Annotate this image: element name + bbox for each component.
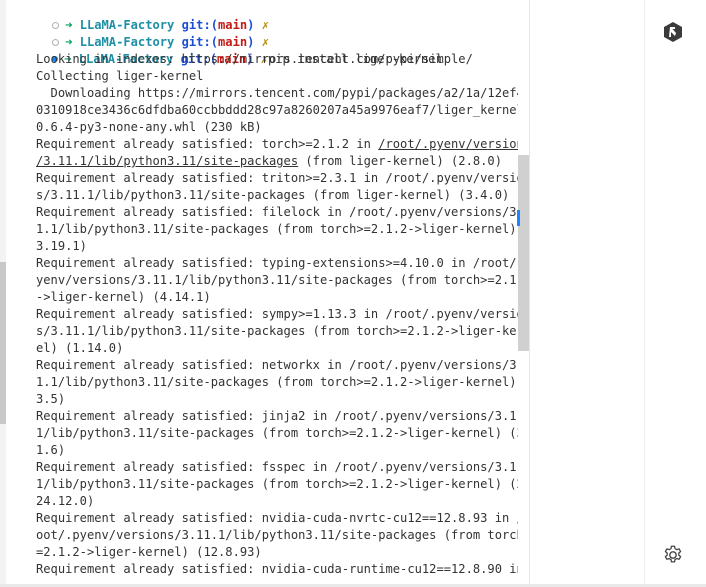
output-line: 0.6.4-py3-none-any.whl (230 kB): [36, 120, 262, 134]
output-line: 0310918ce3436c6dfdba60ccbbddd28c97a82602…: [36, 103, 518, 117]
output-line: Requirement already satisfied: sympy>=1.…: [36, 307, 518, 321]
output-line: Requirement already satisfied: triton>=2…: [36, 171, 518, 185]
output-line: Requirement already satisfied: nvidia-cu…: [36, 511, 518, 525]
output-line: 3.19.1): [36, 239, 87, 253]
terminal-scrollbar-thumb[interactable]: [518, 155, 529, 351]
prompt-line-2: ➜ LLaMA-Factory git:(main) ✗: [18, 17, 269, 49]
left-scrollbar-thumb[interactable]: [0, 262, 6, 424]
prompt-line-1: ➜ LLaMA-Factory git:(main) ✗: [18, 0, 269, 32]
output-text: Requirement already satisfied: torch>=2.…: [36, 137, 379, 151]
output-line: ->liger-kernel) (4.14.1): [36, 290, 211, 304]
output-line: Requirement already satisfied: jinja2 in…: [36, 409, 518, 423]
output-line: oot/.pyenv/versions/3.11.1/lib/python3.1…: [36, 528, 518, 542]
left-scroll-strip[interactable]: [0, 0, 6, 587]
output-text: (from liger-kernel) (2.8.0): [298, 154, 502, 168]
terminal-output[interactable]: ➜ LLaMA-Factory git:(main) ✗ ➜ LLaMA-Fac…: [18, 0, 518, 587]
output-line: =2.1.2->liger-kernel) (12.8.93): [36, 545, 262, 559]
output-line: Requirement already satisfied: filelock …: [36, 205, 518, 219]
output-line: s/3.11.1/lib/python3.11/site-packages (f…: [36, 324, 518, 338]
output-line: Requirement already satisfied: nvidia-cu…: [36, 562, 518, 576]
gear-icon-graphic: [664, 545, 682, 563]
prompt-line-3: ➜ LLaMA-Factory git:(main) ✗pip install …: [18, 34, 443, 66]
output-line: Requirement already satisfied: fsspec in…: [36, 460, 518, 474]
output-line: Requirement already satisfied: typing-ex…: [36, 256, 518, 270]
right-gutter-divider: [644, 0, 645, 587]
output-line: 3.5): [36, 392, 66, 406]
copilot-icon-graphic: [664, 22, 682, 42]
output-line: Collecting liger-kernel: [36, 69, 204, 83]
output-line: Requirement already satisfied: networkx …: [36, 358, 518, 372]
output-line: 1/lib/python3.11/site-packages (from tor…: [36, 426, 518, 440]
copilot-icon[interactable]: [662, 21, 684, 43]
output-line: 1.1/lib/python3.11/site-packages (from t…: [36, 375, 518, 389]
output-line: s/3.11.1/lib/python3.11/site-packages (f…: [36, 188, 510, 202]
output-line-with-link: Requirement already satisfied: torch>=2.…: [36, 136, 518, 153]
output-line: 1.1/lib/python3.11/site-packages (from t…: [36, 222, 518, 236]
output-line-with-link: /3.11.1/lib/python3.11/site-packages (fr…: [36, 153, 502, 170]
output-line: el) (1.14.0): [36, 341, 124, 355]
gear-icon[interactable]: [662, 544, 684, 566]
output-line: Looking in indexes: https://mirrors.tenc…: [36, 52, 473, 66]
path-link[interactable]: /root/.pyenv/versions: [378, 137, 518, 151]
output-line: yenv/versions/3.11.1/lib/python3.11/site…: [36, 273, 518, 287]
scrollbar-marker: [517, 210, 520, 226]
path-link[interactable]: /3.11.1/lib/python3.11/site-packages: [36, 154, 298, 168]
right-panel: [530, 0, 706, 587]
output-line: 1/lib/python3.11/site-packages (from tor…: [36, 477, 518, 491]
output-line: Downloading https://mirrors.tencent.com/…: [36, 86, 518, 100]
output-line: 24.12.0): [36, 494, 95, 508]
output-line: 1.6): [36, 443, 66, 457]
